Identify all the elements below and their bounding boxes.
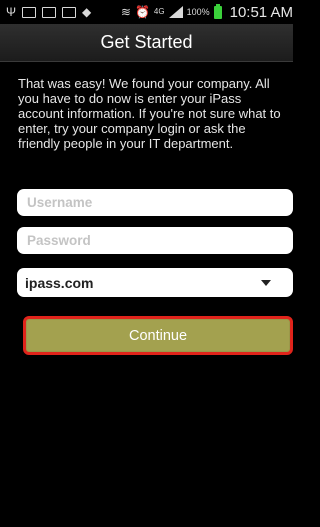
password-input[interactable] <box>25 232 285 249</box>
image-icon <box>22 6 37 18</box>
battery-icon <box>213 3 222 19</box>
status-right-icons: ≋ ⏰ 4G 100% 10:51 AM <box>120 3 293 21</box>
signal-icon <box>168 6 183 18</box>
domain-selected-value: ipass.com <box>25 274 94 291</box>
vibrate-icon: ≋ <box>120 5 131 19</box>
battery-percent: 100% <box>186 7 210 17</box>
username-input[interactable] <box>25 194 285 211</box>
alarm-icon: ⏰ <box>134 5 150 19</box>
clock: 10:51 AM <box>229 3 293 21</box>
main-content: That was easy! We found your company. Al… <box>0 62 293 527</box>
password-field[interactable] <box>17 227 293 254</box>
status-bar: Ψ ◆ ≋ ⏰ 4G 100% 10:51 AM <box>0 0 293 24</box>
dropdown-arrow-icon <box>261 279 271 286</box>
title-bar: Get Started <box>0 24 293 62</box>
username-field[interactable] <box>17 189 293 216</box>
voicemail-icon <box>42 6 57 18</box>
status-left-icons: Ψ ◆ <box>0 6 91 18</box>
continue-button[interactable]: Continue <box>23 316 293 355</box>
wifi-icon: ◆ <box>82 5 92 19</box>
page-title: Get Started <box>100 32 193 52</box>
usb-icon: Ψ <box>6 5 17 19</box>
domain-select[interactable]: ipass.com <box>17 268 293 297</box>
instructions-text: That was easy! We found your company. Al… <box>18 76 281 151</box>
voicemail-icon <box>62 6 77 18</box>
4g-data-icon: 4G <box>153 7 165 16</box>
